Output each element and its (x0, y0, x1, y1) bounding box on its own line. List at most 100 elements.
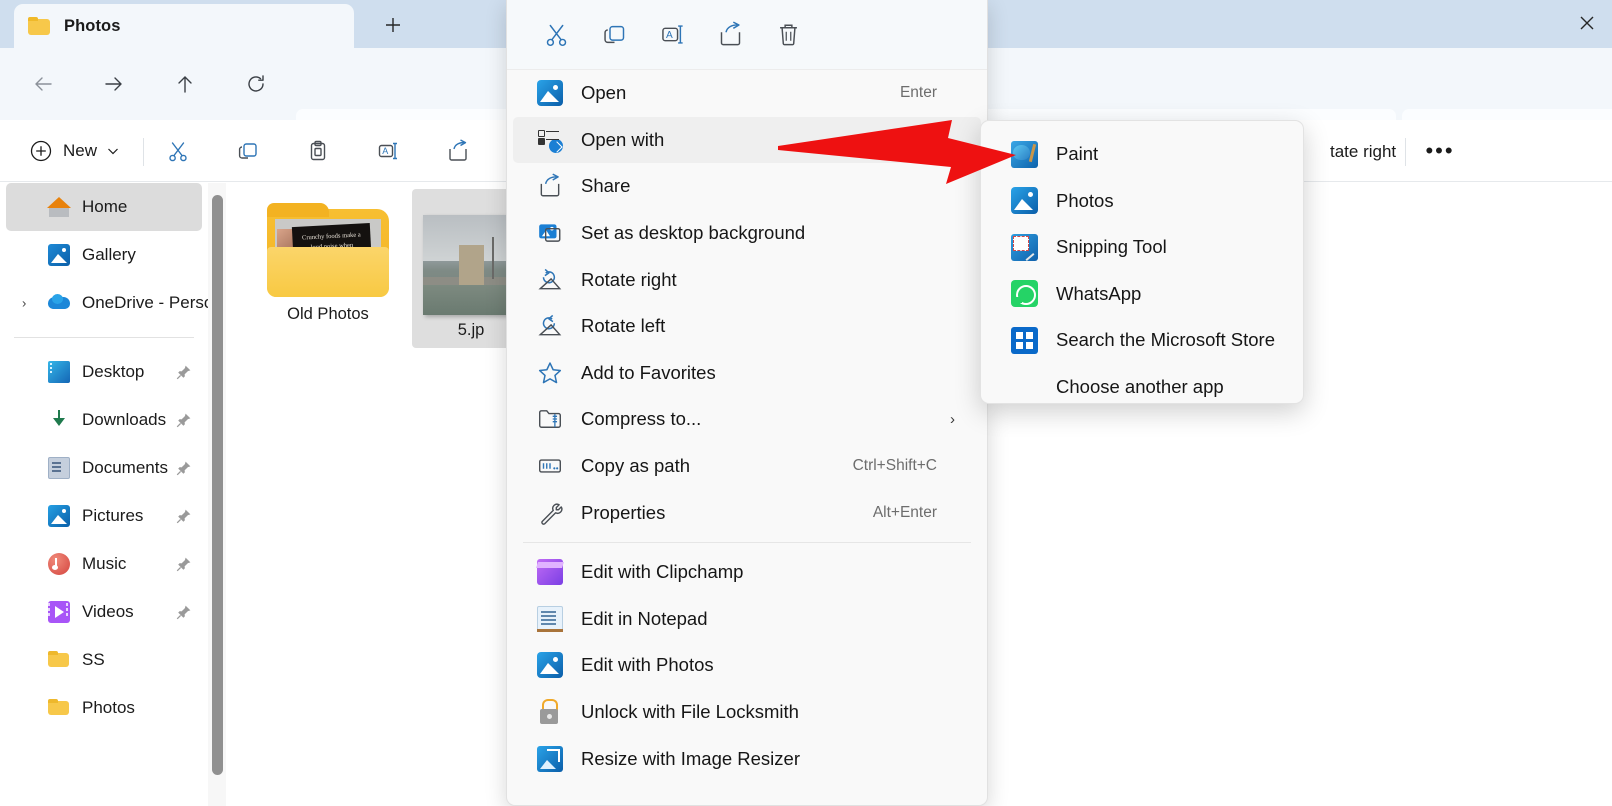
back-icon[interactable] (23, 64, 63, 104)
context-menu-item-add-to-favorites[interactable]: Add to Favorites (513, 350, 981, 397)
context-menu-item-set-as-desktop-background[interactable]: Set as desktop background (513, 210, 981, 257)
context-menu-item-edit-in-notepad[interactable]: Edit in Notepad (513, 596, 981, 643)
rotate-right-icon (537, 267, 563, 293)
cut-icon[interactable] (158, 133, 198, 169)
pin-icon[interactable] (176, 508, 192, 524)
share-icon[interactable] (701, 12, 759, 58)
pin-icon[interactable] (176, 604, 192, 620)
rename-icon[interactable]: A (643, 12, 701, 58)
context-menu-item-properties[interactable]: Properties Alt+Enter (513, 489, 981, 536)
sidebar-item-label: SS (82, 650, 105, 669)
notepad-icon (536, 605, 563, 633)
folder-thumbnail-icon: Crunchy foods make a loud noise when (267, 203, 389, 299)
context-menu-item-open[interactable]: Open Enter (513, 70, 981, 117)
tab-photos[interactable]: Photos (14, 4, 354, 48)
pin-icon[interactable] (176, 412, 192, 428)
sidebar-item-home[interactable]: Home (6, 183, 202, 231)
photos-icon (537, 652, 563, 679)
copy-icon[interactable] (228, 133, 268, 169)
cut-icon[interactable] (527, 12, 585, 58)
sidebar-item-onedrive-perso[interactable]: › OneDrive - Perso (6, 279, 208, 327)
context-menu-item-unlock-with-file-locksmith[interactable]: Unlock with File Locksmith (513, 689, 981, 736)
sidebar-item-documents[interactable]: Documents (6, 444, 202, 492)
context-menu-item-compress-to[interactable]: Compress to... › (513, 396, 981, 443)
file-name-label: Old Photos (287, 305, 369, 323)
close-icon[interactable] (1574, 10, 1600, 36)
svg-text:A: A (382, 146, 388, 156)
context-menu-item-label: Open with (581, 128, 665, 150)
delete-icon[interactable] (759, 12, 817, 58)
file-tile-folder[interactable]: Crunchy foods make a loud noise when Old… (252, 189, 404, 332)
sidebar-item-pictures[interactable]: Pictures (6, 492, 202, 540)
sidebar-item-gallery[interactable]: Gallery (6, 231, 202, 279)
pin-icon[interactable] (176, 364, 192, 380)
context-menu-item-label: Unlock with File Locksmith (581, 701, 799, 723)
folder-icon (48, 697, 70, 719)
up-icon[interactable] (165, 64, 205, 104)
rotate-right-label[interactable]: tate right (1330, 142, 1396, 162)
context-menu: A Open Enter Open with Share Set as desktop … (506, 0, 988, 806)
navigation-pane: Home Gallery › OneDrive - Perso Desktop Downl… (0, 183, 208, 806)
divider (14, 337, 194, 338)
context-menu-item-open-with[interactable]: Open with (513, 116, 981, 164)
chevron-right-icon[interactable]: › (22, 296, 26, 311)
context-menu-item-copy-as-path[interactable]: Copy as path Ctrl+Shift+C (513, 443, 981, 490)
submenu-item-label: Search the Microsoft Store (1056, 329, 1276, 351)
copy-icon[interactable] (585, 12, 643, 58)
submenu-item-paint[interactable]: Paint (987, 131, 1297, 178)
no-icon (1011, 373, 1038, 400)
pin-icon[interactable] (176, 460, 192, 476)
home-icon (47, 196, 71, 218)
gallery-icon (48, 244, 70, 266)
submenu-item-label: Snipping Tool (1056, 236, 1167, 258)
music-icon (48, 553, 70, 575)
context-menu-item-edit-with-photos[interactable]: Edit with Photos (513, 642, 981, 689)
sidebar-item-music[interactable]: Music (6, 540, 202, 588)
videos-icon (48, 601, 70, 623)
submenu-item-search-the-microsoft-store[interactable]: Search the Microsoft Store (987, 317, 1297, 364)
context-menu-item-share[interactable]: Share (513, 163, 981, 210)
sidebar-scrollbar[interactable] (208, 183, 226, 806)
submenu-item-snipping-tool[interactable]: Snipping Tool (987, 224, 1297, 271)
context-menu-item-label: Set as desktop background (581, 222, 806, 244)
new-tab-icon[interactable] (376, 9, 410, 41)
image-resizer-icon (537, 745, 563, 772)
context-menu-item-resize-with-image-resizer[interactable]: Resize with Image Resizer (513, 735, 981, 782)
context-menu-item-label: Properties (581, 501, 666, 523)
pictures-icon (48, 505, 70, 527)
submenu-item-whatsapp[interactable]: WhatsApp (987, 271, 1297, 318)
folder-icon (48, 649, 70, 671)
divider (1405, 138, 1406, 166)
plus-circle-icon (30, 140, 52, 162)
sidebar-item-photos[interactable]: Photos (6, 684, 202, 732)
sidebar-item-downloads[interactable]: Downloads (6, 396, 202, 444)
sidebar-item-label: Music (82, 554, 127, 573)
svg-text:A: A (665, 30, 672, 41)
keyboard-shortcut: Alt+Enter (872, 503, 937, 521)
submenu-item-choose-another-app[interactable]: Choose another app (987, 364, 1297, 411)
refresh-icon[interactable] (236, 64, 276, 104)
pin-icon[interactable] (176, 556, 192, 572)
overflow-menu-button[interactable]: ••• (1418, 134, 1462, 168)
downloads-icon (48, 409, 70, 431)
sidebar-item-desktop[interactable]: Desktop (6, 348, 202, 396)
context-menu-item-rotate-left[interactable]: Rotate left (513, 303, 981, 350)
paste-icon[interactable] (298, 133, 338, 169)
sidebar-item-ss[interactable]: SS (6, 636, 202, 684)
copy-path-icon (537, 453, 563, 479)
sidebar-item-label: Photos (82, 698, 135, 717)
context-menu-item-rotate-right[interactable]: Rotate right (513, 256, 981, 303)
new-button[interactable]: New (18, 132, 130, 170)
share-icon[interactable] (438, 133, 478, 169)
sidebar-item-videos[interactable]: Videos (6, 588, 202, 636)
scrollbar-thumb[interactable] (212, 195, 223, 775)
forward-icon[interactable] (94, 64, 134, 104)
context-menu-item-label: Resize with Image Resizer (581, 747, 800, 769)
submenu-item-photos[interactable]: Photos (987, 178, 1297, 225)
tab-title: Photos (64, 16, 121, 35)
file-locksmith-icon (537, 699, 563, 725)
sidebar-item-label: OneDrive - Perso (82, 293, 208, 312)
context-menu-item-edit-with-clipchamp[interactable]: Edit with Clipchamp (513, 549, 981, 596)
rename-icon[interactable]: A (368, 133, 408, 169)
context-menu-item-label: Rotate right (581, 268, 677, 290)
